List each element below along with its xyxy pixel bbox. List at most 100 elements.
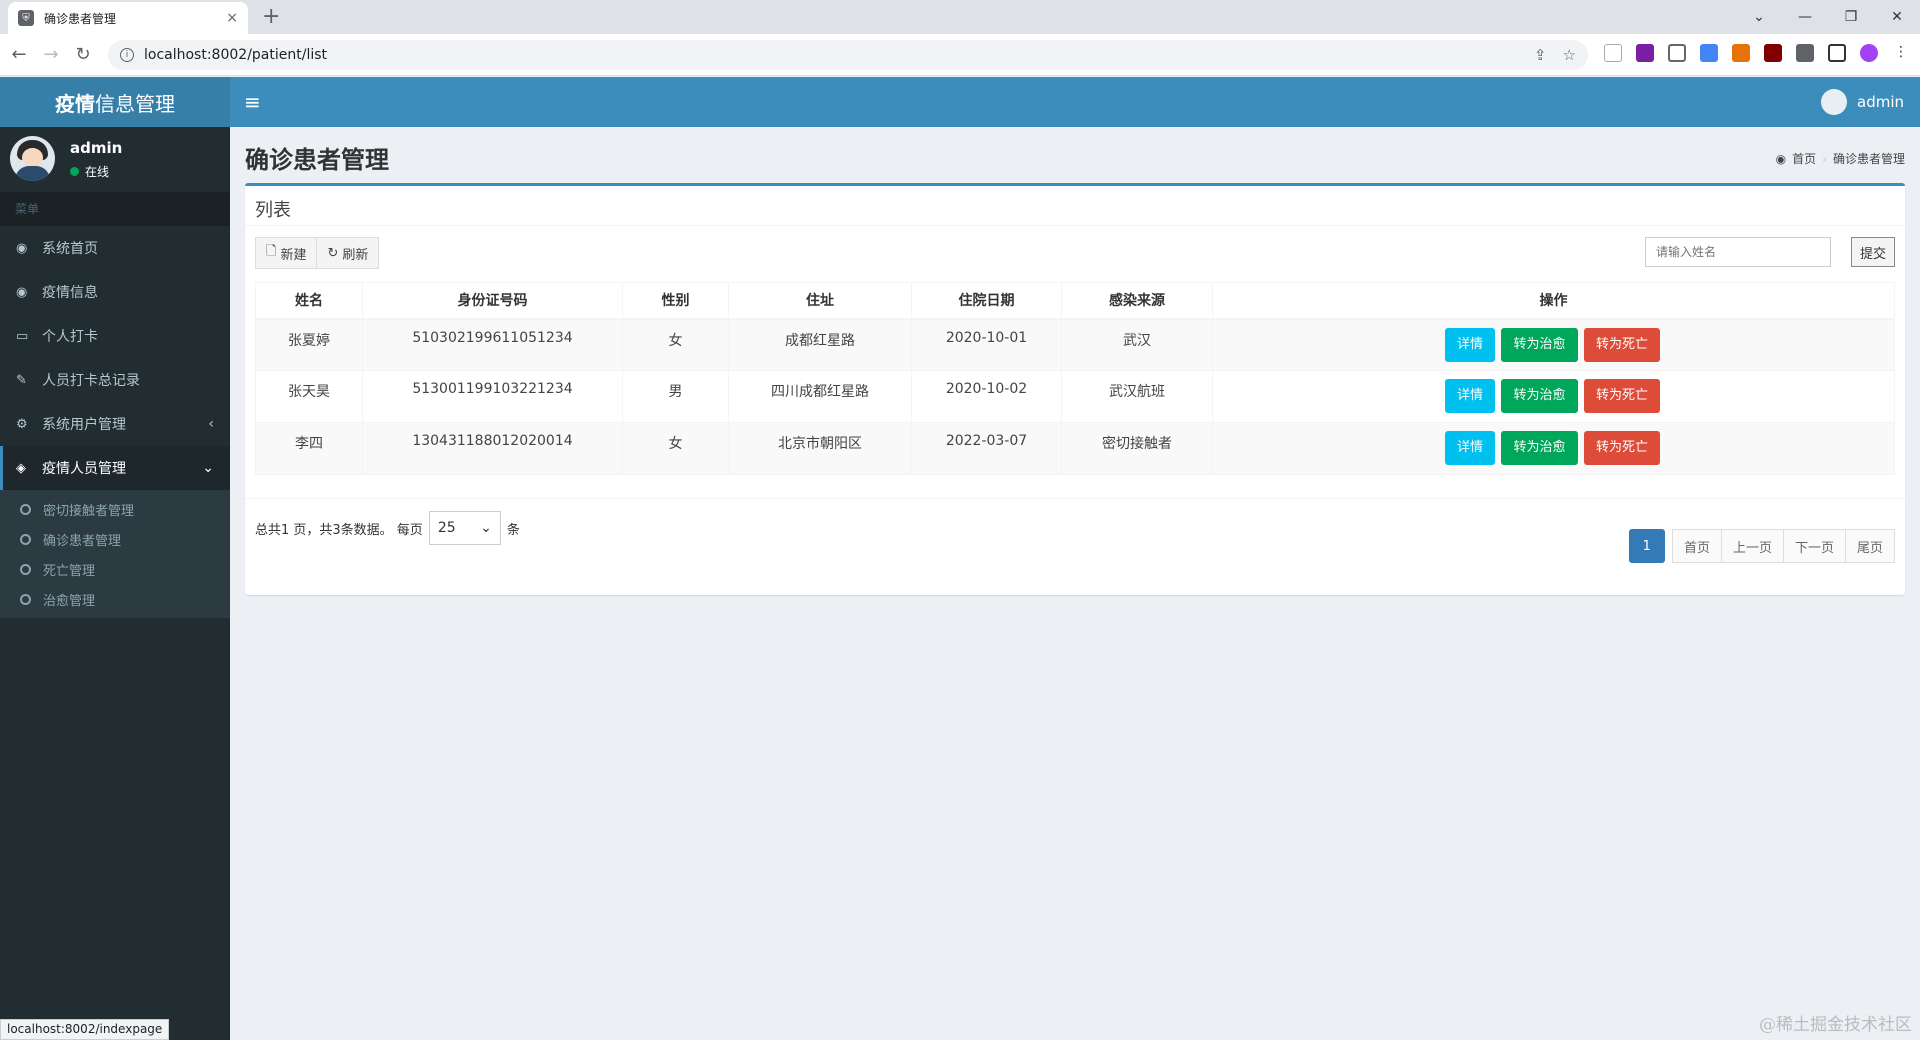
- detail-button[interactable]: 详情: [1445, 327, 1496, 362]
- new-button[interactable]: 🗋 新建: [255, 237, 318, 269]
- cell-source: 武汉航班: [1061, 370, 1213, 423]
- profile-icon[interactable]: [1860, 44, 1878, 62]
- browser-tabbar: ⛨ 确诊患者管理 × + ⌄ — ❐ ✕: [0, 0, 1920, 34]
- sidebar-item-user-management[interactable]: ⚙ 系统用户管理 ‹: [0, 402, 230, 446]
- file-icon: 🗋: [266, 244, 277, 259]
- ublock-icon[interactable]: [1764, 44, 1782, 62]
- cell-gender: 女: [622, 318, 729, 371]
- close-window-icon[interactable]: ✕: [1874, 0, 1920, 34]
- grid-extension-icon[interactable]: [1668, 44, 1686, 62]
- purple-extension-icon[interactable]: [1636, 44, 1654, 62]
- pager-summary: 总共1 页，共3条数据。 每页: [255, 522, 423, 538]
- mark-cured-button[interactable]: 转为治愈: [1501, 379, 1578, 413]
- next-page-button[interactable]: 下一页: [1782, 529, 1846, 563]
- sidebar-item-home[interactable]: ◉ 系统首页: [0, 226, 230, 270]
- cell-id: 510302199611051234: [362, 318, 623, 371]
- col-header-name: 姓名: [255, 282, 363, 320]
- subitem-close-contacts[interactable]: 密切接触者管理: [0, 494, 230, 524]
- bookmark-star-icon[interactable]: ☆: [1563, 46, 1576, 64]
- share-icon[interactable]: ⇪: [1534, 46, 1547, 64]
- cell-date: 2022-03-07: [911, 422, 1062, 475]
- subitem-confirmed-patients[interactable]: 确诊患者管理: [0, 524, 230, 554]
- sidebar: admin 在线 菜单 ◉ 系统首页 ◉ 疫情信息 ▭ 个人打卡 ✎ 人员打卡总…: [0, 127, 230, 1040]
- table-row: 张夏婷 510302199611051234 女 成都红星路 2020-10-0…: [255, 318, 1895, 371]
- url-text[interactable]: localhost:8002/patient/list: [144, 47, 327, 63]
- cursor-extension-icon[interactable]: [1604, 44, 1622, 62]
- cogs-icon: ⚙: [16, 416, 28, 432]
- cell-name: 李四: [255, 422, 363, 475]
- cell-id: 513001199103221234: [362, 370, 623, 423]
- logo-rest: 信息管理: [95, 91, 175, 116]
- cell-address: 成都红星路: [728, 318, 912, 371]
- site-info-icon[interactable]: i: [120, 48, 134, 62]
- mark-cured-button[interactable]: 转为治愈: [1501, 431, 1578, 465]
- layers-extension-icon[interactable]: [1700, 44, 1718, 62]
- dashboard-icon: ◉: [16, 284, 28, 300]
- menu-kebab-icon[interactable]: ⋮: [1892, 44, 1910, 62]
- sidebar-item-epidemic-info[interactable]: ◉ 疫情信息: [0, 270, 230, 314]
- window-controls: ⌄ — ❐ ✕: [1736, 0, 1920, 34]
- puzzle-icon[interactable]: [1796, 44, 1814, 62]
- red-extension-icon[interactable]: [1732, 44, 1750, 62]
- new-tab-button[interactable]: +: [262, 4, 280, 29]
- cell-address: 四川成都红星路: [728, 370, 912, 423]
- extensions-bar: ⋮: [1604, 44, 1910, 62]
- forward-icon[interactable]: →: [38, 44, 64, 65]
- app-navbar: ≡ admin: [230, 77, 1920, 127]
- breadcrumb-home[interactable]: 首页: [1792, 150, 1816, 167]
- name-search-input[interactable]: [1644, 237, 1831, 267]
- circle-icon: [20, 503, 31, 515]
- mark-dead-button[interactable]: 转为死亡: [1583, 379, 1660, 413]
- sidebar-username: admin: [70, 139, 123, 157]
- submit-button[interactable]: 提交: [1850, 237, 1895, 267]
- detail-button[interactable]: 详情: [1445, 431, 1496, 465]
- restore-icon[interactable]: ❐: [1828, 0, 1874, 34]
- first-page-button[interactable]: 首页: [1671, 529, 1722, 563]
- prev-page-button[interactable]: 上一页: [1720, 529, 1784, 563]
- col-header-actions: 操作: [1212, 282, 1895, 320]
- shield-favicon-icon: ⛨: [18, 10, 34, 26]
- reload-icon[interactable]: ↻: [70, 44, 96, 65]
- browser-tab[interactable]: ⛨ 确诊患者管理 ×: [8, 2, 248, 34]
- refresh-button-label: 刷新: [342, 247, 369, 263]
- circle-icon: [20, 593, 31, 605]
- page-1-button[interactable]: 1: [1628, 529, 1665, 563]
- tab-search-icon[interactable]: ⌄: [1736, 0, 1782, 34]
- refresh-button[interactable]: ↻ 刷新: [317, 237, 380, 269]
- sidepanel-icon[interactable]: [1828, 44, 1846, 62]
- sidebar-toggle-icon[interactable]: ≡: [244, 90, 261, 114]
- user-panel: admin 在线: [0, 127, 230, 192]
- chevron-down-icon: ⌄: [202, 460, 214, 476]
- page-title: 确诊患者管理: [245, 146, 389, 174]
- address-bar[interactable]: i localhost:8002/patient/list ⇪ ☆: [108, 40, 1588, 70]
- mark-dead-button[interactable]: 转为死亡: [1583, 327, 1660, 362]
- user-avatar-small: [1821, 89, 1847, 115]
- app-logo[interactable]: 疫情 信息管理: [0, 77, 230, 127]
- back-icon[interactable]: ←: [6, 44, 32, 65]
- avatar: [10, 136, 55, 181]
- sidebar-item-checkin[interactable]: ▭ 个人打卡: [0, 314, 230, 358]
- dashboard-icon: ◉: [1775, 151, 1787, 166]
- page-size-select[interactable]: 25 ⌄: [428, 511, 501, 545]
- subitem-deaths[interactable]: 死亡管理: [0, 554, 230, 584]
- last-page-button[interactable]: 尾页: [1844, 529, 1895, 563]
- submenu: 密切接触者管理 确诊患者管理 死亡管理 治愈管理: [0, 490, 230, 618]
- browser-toolbar: ← → ↻ i localhost:8002/patient/list ⇪ ☆ …: [0, 34, 1920, 76]
- tab-close-icon[interactable]: ×: [226, 10, 238, 26]
- sidebar-item-checkin-records[interactable]: ✎ 人员打卡总记录: [0, 358, 230, 402]
- user-menu[interactable]: admin: [1821, 89, 1904, 115]
- page-size-unit: 条: [506, 522, 520, 538]
- col-header-id: 身份证号码: [362, 282, 623, 320]
- mark-cured-button[interactable]: 转为治愈: [1501, 327, 1578, 362]
- sidebar-item-epidemic-personnel[interactable]: ◈ 疫情人员管理 ⌄: [0, 446, 230, 490]
- col-header-gender: 性别: [622, 282, 729, 320]
- watermark: @稀土掘金技术社区: [1759, 1015, 1912, 1035]
- table-row: 张天昊 513001199103221234 男 四川成都红星路 2020-10…: [255, 370, 1895, 423]
- sidebar-item-label: 系统首页: [42, 241, 98, 257]
- subitem-cured[interactable]: 治愈管理: [0, 584, 230, 614]
- mark-dead-button[interactable]: 转为死亡: [1583, 431, 1660, 465]
- cell-name: 张夏婷: [255, 318, 363, 371]
- chevron-left-icon: ‹: [208, 416, 214, 432]
- minimize-icon[interactable]: —: [1782, 0, 1828, 34]
- detail-button[interactable]: 详情: [1445, 379, 1496, 413]
